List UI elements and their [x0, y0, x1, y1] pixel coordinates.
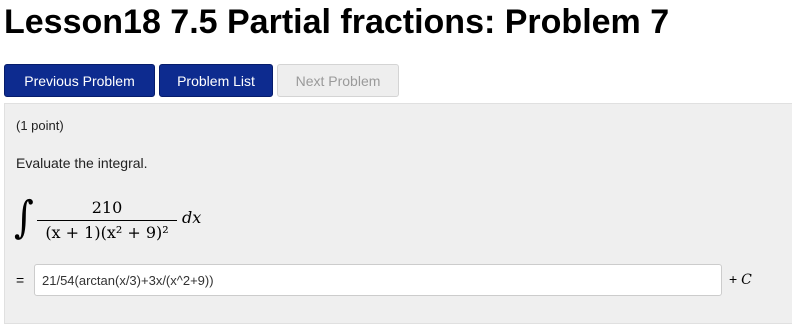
page-title: Lesson18 7.5 Partial fractions: Problem … — [4, 3, 670, 41]
previous-problem-button[interactable]: Previous Problem — [4, 64, 155, 97]
plus-sign: + — [729, 271, 738, 287]
fraction-bar — [37, 220, 177, 221]
integrand-denominator: (x + 1)(x² + 9)² — [45, 223, 169, 242]
integrand-fraction: 210 (x + 1)(x² + 9)² — [37, 198, 177, 243]
problem-prompt: Evaluate the integral. — [16, 155, 148, 171]
point-value: (1 point) — [16, 118, 64, 133]
next-problem-button: Next Problem — [277, 64, 399, 97]
constant-symbol: C — [741, 272, 752, 288]
problem-panel: (1 point) Evaluate the integral. ∫ 210 (… — [4, 103, 792, 324]
problem-navigation: Previous Problem Problem List Next Probl… — [4, 64, 399, 97]
integrand-numerator: 210 — [91, 198, 123, 217]
answer-input[interactable] — [34, 264, 722, 296]
integral-sign: ∫ — [14, 191, 34, 243]
differential: dx — [182, 208, 202, 227]
answer-row: = + C — [16, 264, 786, 298]
equals-sign: = — [16, 272, 25, 288]
problem-list-button[interactable]: Problem List — [159, 64, 273, 97]
constant-of-integration: + C — [729, 271, 752, 288]
